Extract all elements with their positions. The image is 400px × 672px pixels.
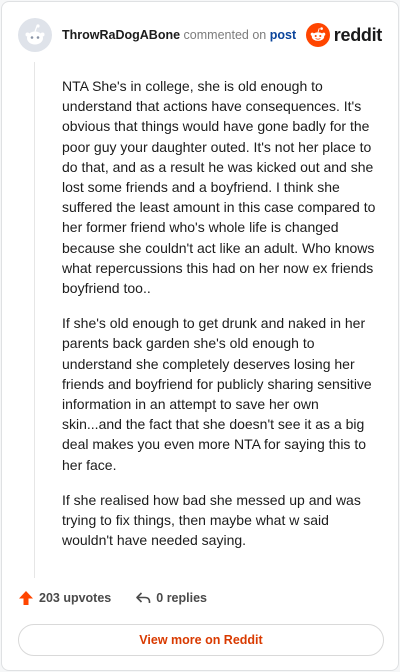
- comment-footer: 203 upvotes 0 replies: [18, 590, 207, 606]
- upvote-arrow-icon: [19, 591, 33, 605]
- comment-embed-card: ThrowRaDogABone commented on post reddit…: [1, 1, 399, 671]
- username-link[interactable]: ThrowRaDogABone: [62, 28, 180, 42]
- reddit-brand[interactable]: reddit: [305, 23, 383, 47]
- comment-body: NTA She's in college, she is old enough …: [62, 76, 382, 565]
- comment-attribution: ThrowRaDogABone commented on post: [62, 28, 296, 42]
- comment-header: ThrowRaDogABone commented on post reddit: [18, 18, 382, 52]
- reply-arrow-icon: [136, 592, 151, 603]
- comment-paragraph: If she's old enough to get drunk and nak…: [62, 315, 372, 473]
- post-link[interactable]: post: [270, 28, 296, 42]
- upvote-count: 203 upvotes: [39, 591, 112, 605]
- snoo-avatar-icon[interactable]: [18, 18, 52, 52]
- view-more-button[interactable]: View more on Reddit: [18, 624, 384, 656]
- action-text: commented on: [183, 28, 267, 42]
- upvotes-item[interactable]: 203 upvotes: [18, 590, 111, 606]
- replies-item[interactable]: 0 replies: [135, 590, 207, 606]
- reply-count: 0 replies: [156, 591, 207, 605]
- comment-paragraph: NTA She's in college, she is old enough …: [62, 78, 376, 297]
- comment-paragraph: If she realised how bad she messed up an…: [62, 491, 361, 549]
- thread-line: [34, 62, 35, 578]
- reddit-logo-icon: [305, 23, 330, 47]
- brand-wordmark: reddit: [333, 24, 383, 45]
